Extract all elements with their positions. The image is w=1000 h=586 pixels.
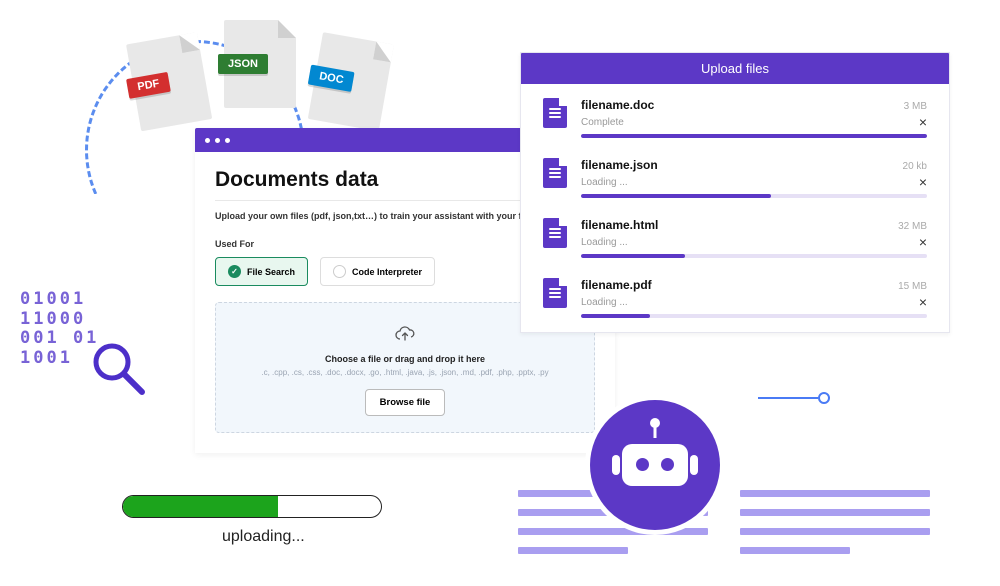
- dropzone-extensions: .c, .cpp, .cs, .css, .doc, .docx, .go, .…: [226, 368, 584, 377]
- file-progress: [581, 254, 927, 258]
- file-icon: [543, 158, 567, 188]
- text-lines-decor: [740, 490, 930, 554]
- file-row: filename.doc 3 MB Complete ×: [521, 88, 949, 148]
- doc-badge: DOC: [308, 32, 394, 131]
- binary-decor: 01001 11000 001 01 1001: [20, 290, 99, 368]
- file-size: 3 MB: [904, 101, 927, 112]
- upload-progress-label: uploading...: [222, 528, 305, 546]
- file-status: Loading ...: [581, 177, 628, 188]
- robot-avatar: [590, 400, 720, 530]
- option-file-search-label: File Search: [247, 267, 295, 277]
- browse-file-label: Browse file: [380, 397, 431, 408]
- file-status: Complete: [581, 117, 624, 128]
- upload-panel-title: Upload files: [521, 53, 949, 84]
- upload-progress-bar: [122, 495, 382, 518]
- file-icon: [543, 98, 567, 128]
- file-progress-fill: [581, 194, 771, 198]
- file-size: 15 MB: [898, 281, 927, 292]
- file-progress-fill: [581, 314, 650, 318]
- option-file-search[interactable]: ✓ File Search: [215, 257, 308, 286]
- dropzone-title: Choose a file or drag and drop it here: [226, 354, 584, 364]
- file-progress-fill: [581, 254, 685, 258]
- file-name: filename.html: [581, 218, 658, 232]
- file-name: filename.doc: [581, 98, 654, 112]
- file-size: 20 kb: [903, 161, 927, 172]
- option-code-interpreter-label: Code Interpreter: [352, 267, 422, 277]
- remove-file-button[interactable]: ×: [919, 115, 927, 129]
- file-icon: [543, 218, 567, 248]
- file-row: filename.json 20 kb Loading ... ×: [521, 148, 949, 208]
- file-progress: [581, 134, 927, 138]
- remove-file-button[interactable]: ×: [919, 235, 927, 249]
- file-status: Loading ...: [581, 237, 628, 248]
- remove-file-button[interactable]: ×: [919, 295, 927, 309]
- upload-progress-fill: [123, 496, 278, 517]
- option-code-interpreter[interactable]: Code Interpreter: [320, 257, 435, 286]
- json-badge-label: JSON: [218, 54, 268, 74]
- pdf-badge: PDF: [126, 32, 212, 131]
- file-name: filename.json: [581, 158, 658, 172]
- magnifier-icon: [90, 340, 150, 400]
- file-name: filename.pdf: [581, 278, 652, 292]
- cloud-upload-icon: [394, 325, 416, 343]
- upload-file-list: filename.doc 3 MB Complete × filename.json 20…: [521, 84, 949, 332]
- remove-file-button[interactable]: ×: [919, 175, 927, 189]
- file-status: Loading ...: [581, 297, 628, 308]
- radio-icon: [333, 265, 346, 278]
- upload-files-panel: Upload files filename.doc3 MBComplete×fi…: [520, 52, 950, 333]
- pdf-badge-label: PDF: [126, 72, 171, 99]
- file-row: filename.html 32 MB Loading ... ×: [521, 208, 949, 268]
- json-badge: JSON: [224, 20, 296, 108]
- file-row: filename.pdf 15 MB Loading ... ×: [521, 268, 949, 328]
- doc-badge-label: DOC: [308, 65, 355, 92]
- check-icon: ✓: [228, 265, 241, 278]
- browse-file-button[interactable]: Browse file: [365, 389, 446, 416]
- node-decor: [758, 392, 830, 404]
- file-icon: [543, 278, 567, 308]
- file-progress-fill: [581, 134, 927, 138]
- file-progress: [581, 194, 927, 198]
- file-size: 32 MB: [898, 221, 927, 232]
- file-progress: [581, 314, 927, 318]
- file-type-badges: PDF JSON DOC: [130, 20, 390, 108]
